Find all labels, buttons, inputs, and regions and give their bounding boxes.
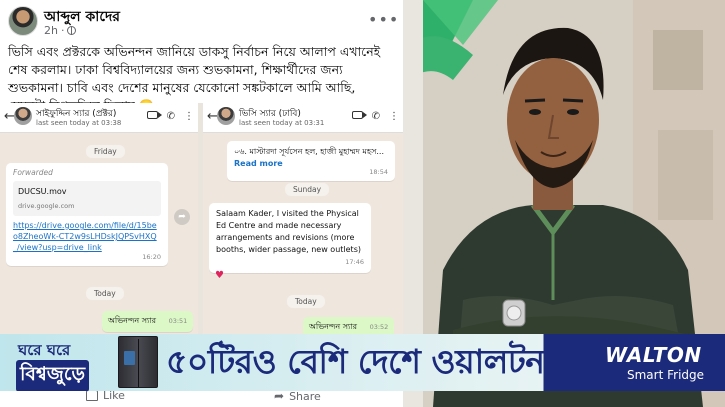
message-time: 16:20	[142, 253, 161, 261]
read-more-link[interactable]: Read more	[234, 159, 283, 168]
menu-icon[interactable]: ⋮	[184, 111, 194, 122]
outgoing-message: অভিনন্দন স্যার 03:51	[102, 311, 194, 332]
drive-link[interactable]: https://drive.google.com/file/d/15beo8Zh…	[13, 220, 161, 253]
post-meta: 2h ·	[44, 24, 77, 37]
forwarded-label: Forwarded	[13, 168, 53, 177]
video-call-icon[interactable]	[351, 111, 367, 119]
date-separator: Today	[287, 295, 325, 308]
chat-actions: ✆ ⋮	[351, 111, 399, 122]
chat-header: ← ভিসি স্যার (ঢাবি) last seen today at 0…	[203, 103, 403, 133]
date-separator: Friday	[86, 145, 125, 158]
share-label: Share	[289, 389, 321, 403]
ad-slogan-line2: বিশ্বজুড়ে	[16, 360, 90, 391]
chat-vc: ← ভিসি স্যার (ঢাবি) last seen today at 0…	[203, 103, 403, 336]
heart-reaction-icon: ♥	[215, 270, 224, 281]
forward-icon[interactable]: ➦	[174, 209, 190, 225]
phone-icon[interactable]: ✆	[372, 111, 380, 122]
message-text: ০৬. মাস্টারদা সূর্যসেন হল, হাজী মুহাম্মদ…	[234, 147, 384, 156]
file-preview[interactable]: DUCSU.mov drive.google.com	[13, 181, 161, 216]
fridge-image	[118, 336, 158, 388]
post-time[interactable]: 2h	[44, 24, 58, 37]
chat-screenshots: ← সাইফুদ্দিন স্যার (প্রক্টর) last seen t…	[0, 103, 403, 336]
incoming-message: Salaam Kader, I visited the Physical Ed …	[209, 203, 371, 273]
product-name: Smart Fridge	[627, 368, 705, 382]
brand-logo: WALTON	[605, 343, 702, 367]
message-text: অভিনন্দন স্যার	[108, 316, 157, 325]
ad-slogan: ঘরে ঘরে বিশ্বজুড়ে	[6, 337, 114, 391]
chat-actions: ✆ ⋮	[146, 111, 194, 122]
message-time: 03:51	[168, 317, 188, 325]
ad-brand-block: WALTON Smart Fridge	[597, 334, 725, 391]
message-time: 17:46	[345, 258, 364, 266]
post-header: আব্দুল কাদের 2h · •••	[0, 0, 403, 44]
video-call-icon[interactable]	[146, 111, 162, 119]
more-options-button[interactable]: •••	[368, 10, 399, 29]
news-image: আব্দুল কাদের 2h · ••• ভিসি এবং প্রক্টরকে…	[0, 0, 725, 407]
share-icon: ➦	[274, 389, 285, 403]
menu-icon[interactable]: ⋮	[389, 111, 399, 122]
contact-avatar	[14, 107, 32, 125]
contact-avatar	[217, 107, 235, 125]
file-name: DUCSU.mov	[18, 187, 67, 196]
share-button[interactable]: ➦ Share	[274, 389, 321, 403]
last-seen: last seen today at 03:31	[239, 119, 325, 127]
message-time: 03:52	[369, 323, 389, 331]
message-text: Salaam Kader, I visited the Physical Ed …	[216, 209, 361, 254]
phone-icon[interactable]: ✆	[167, 111, 175, 122]
forwarded-message: Forwarded DUCSU.mov drive.google.com htt…	[6, 163, 168, 266]
author-avatar[interactable]	[8, 6, 38, 36]
thumbs-up-icon	[86, 390, 98, 401]
dot-separator: ·	[60, 24, 65, 37]
chat-header: ← সাইফুদ্দিন স্যার (প্রক্টর) last seen t…	[0, 103, 198, 133]
date-separator: Today	[86, 287, 124, 300]
incoming-message: ০৬. মাস্টারদা সূর্যসেন হল, হাজী মুহাম্মদ…	[227, 141, 395, 181]
chat-proctor: ← সাইফুদ্দিন স্যার (প্রক্টর) last seen t…	[0, 103, 198, 336]
last-seen: last seen today at 03:38	[36, 119, 122, 127]
file-source: drive.google.com	[18, 202, 75, 210]
date-separator: Sunday	[285, 183, 330, 196]
fridge-display	[124, 351, 135, 365]
message-text: অভিনন্দন স্যার	[309, 322, 358, 331]
ad-headline: ৫০টিরও বেশি দেশে ওয়ালটন	[166, 342, 545, 381]
message-time: 18:54	[369, 168, 388, 176]
ad-banner[interactable]: ঘরে ঘরে বিশ্বজুড়ে ৫০টিরও বেশি দেশে ওয়া…	[0, 334, 725, 391]
globe-icon	[67, 26, 77, 35]
